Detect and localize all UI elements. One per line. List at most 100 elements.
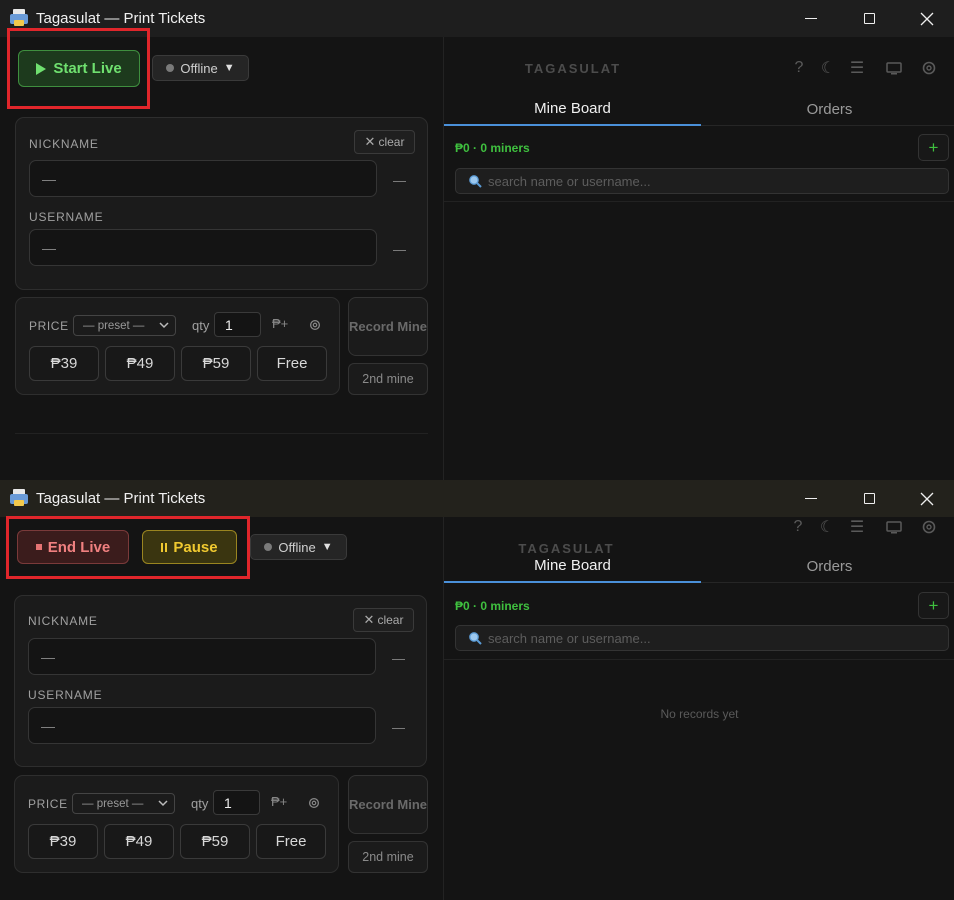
price-59-button[interactable]: ₱59 xyxy=(181,346,251,381)
stop-icon xyxy=(35,544,42,550)
minimize-button[interactable] xyxy=(782,0,840,37)
username-side-dash: — xyxy=(393,242,406,257)
custom-price-button[interactable]: ₱+ xyxy=(271,794,287,809)
qty-input[interactable]: 1 xyxy=(213,790,260,815)
identity-panel: NICKNAME ✕ clear — — USERNAME — — xyxy=(15,117,428,290)
second-mine-button[interactable]: 2nd mine xyxy=(348,841,428,873)
window-title: Tagasulat — Print Tickets xyxy=(36,10,206,27)
main-content: End Live Pause Offline ▼ NICKNAME ✕ clea… xyxy=(0,516,954,900)
board-tabs: Mine Board Orders xyxy=(444,549,954,583)
custom-price-button[interactable]: ₱+ xyxy=(272,316,288,331)
price-label: PRICE xyxy=(28,797,68,811)
maximize-icon xyxy=(863,493,875,504)
miners-summary: ₱0 · 0 miners xyxy=(455,599,530,613)
tab-mine-board[interactable]: Mine Board xyxy=(444,549,701,583)
status-dot-icon xyxy=(264,543,273,551)
gear-icon[interactable] xyxy=(920,59,938,77)
price-49-button[interactable]: ₱49 xyxy=(104,824,174,859)
qty-label: qty xyxy=(192,318,210,333)
price-39-button[interactable]: ₱39 xyxy=(28,824,98,859)
add-miner-button[interactable]: + xyxy=(918,134,949,161)
price-49-button[interactable]: ₱49 xyxy=(105,346,175,381)
username-label: USERNAME xyxy=(28,688,103,702)
price-settings-gear-icon[interactable] xyxy=(308,318,322,332)
title-bar[interactable]: Tagasulat — Print Tickets xyxy=(0,480,954,517)
tab-orders[interactable]: Orders xyxy=(701,549,954,583)
username-field[interactable]: — xyxy=(28,707,376,744)
nickname-field[interactable]: — xyxy=(28,638,376,675)
end-live-label: End Live xyxy=(47,538,111,556)
board-tabs: Mine Board Orders xyxy=(444,92,954,126)
price-panel: PRICE — preset — qty 1 ₱+ ₱39 ₱49 ₱59 Fr… xyxy=(15,297,340,395)
search-placeholder: search name or username... xyxy=(488,173,651,189)
nickname-field[interactable]: — xyxy=(29,160,377,197)
close-button[interactable] xyxy=(898,0,954,37)
qty-input[interactable]: 1 xyxy=(214,312,261,337)
status-label: Offline xyxy=(278,539,316,555)
monitor-icon[interactable] xyxy=(885,59,903,77)
minimize-button[interactable] xyxy=(782,480,840,517)
close-button[interactable] xyxy=(898,480,954,517)
right-pane: TAGASULAT ? ☾ ☰ Mine Board Orders ₱0 · 0… xyxy=(443,37,954,480)
clear-button[interactable]: ✕ clear xyxy=(354,130,415,154)
menu-icon[interactable]: ☰ xyxy=(848,518,866,536)
search-placeholder: search name or username... xyxy=(488,630,651,646)
preset-value: — preset — xyxy=(83,319,145,332)
status-label: Offline xyxy=(180,60,218,76)
close-icon xyxy=(920,12,934,25)
close-icon xyxy=(920,492,934,505)
pause-button[interactable]: Pause xyxy=(142,530,237,564)
record-mine-button[interactable]: Record Mine xyxy=(348,297,428,356)
preset-select[interactable]: — preset — xyxy=(73,315,176,336)
price-label: PRICE xyxy=(29,319,69,333)
search-input[interactable]: search name or username... xyxy=(455,625,949,651)
monitor-icon[interactable] xyxy=(885,518,903,536)
gear-icon[interactable] xyxy=(920,518,938,536)
price-39-button[interactable]: ₱39 xyxy=(29,346,99,381)
minimize-icon xyxy=(805,18,817,19)
printer-app-icon xyxy=(10,9,28,26)
price-59-button[interactable]: ₱59 xyxy=(180,824,250,859)
status-dropdown[interactable]: Offline ▼ xyxy=(152,55,249,81)
add-miner-button[interactable]: + xyxy=(918,592,949,619)
username-field[interactable]: — xyxy=(29,229,377,266)
menu-icon[interactable]: ☰ xyxy=(848,59,866,77)
maximize-button[interactable] xyxy=(840,480,898,517)
list-divider xyxy=(444,201,954,202)
record-mine-button[interactable]: Record Mine xyxy=(348,775,428,834)
chevron-down-icon xyxy=(159,322,169,329)
left-pane: Start Live Offline ▼ NICKNAME ✕ clear — … xyxy=(0,28,443,480)
preset-select[interactable]: — preset — xyxy=(72,793,175,814)
price-settings-gear-icon[interactable] xyxy=(307,796,321,810)
start-live-button[interactable]: Start Live xyxy=(18,50,140,87)
second-mine-button[interactable]: 2nd mine xyxy=(348,363,428,395)
close-icon: ✕ xyxy=(364,134,376,149)
section-divider xyxy=(15,433,428,434)
search-input[interactable]: search name or username... xyxy=(455,168,949,194)
username-side-dash: — xyxy=(392,720,405,735)
pause-icon xyxy=(161,542,168,552)
moon-icon[interactable]: ☾ xyxy=(819,59,837,77)
moon-icon[interactable]: ☾ xyxy=(818,518,836,536)
nickname-side-dash: — xyxy=(392,651,405,666)
status-dropdown[interactable]: Offline ▼ xyxy=(250,534,347,560)
clear-label: clear xyxy=(377,613,404,627)
title-bar[interactable]: Tagasulat — Print Tickets xyxy=(0,0,954,37)
search-icon xyxy=(469,632,482,645)
help-icon[interactable]: ? xyxy=(790,59,808,77)
maximize-button[interactable] xyxy=(840,0,898,37)
tab-mine-board[interactable]: Mine Board xyxy=(444,92,701,126)
preset-value: — preset — xyxy=(82,797,144,810)
status-dot-icon xyxy=(166,64,175,72)
clear-button[interactable]: ✕ clear xyxy=(353,608,414,632)
minimize-icon xyxy=(805,498,817,499)
username-label: USERNAME xyxy=(29,210,104,224)
help-icon[interactable]: ? xyxy=(789,518,807,536)
price-free-button[interactable]: Free xyxy=(257,346,327,381)
play-icon xyxy=(36,62,47,75)
pause-label: Pause xyxy=(173,538,218,556)
tab-orders[interactable]: Orders xyxy=(701,92,954,126)
end-live-button[interactable]: End Live xyxy=(17,530,129,564)
close-icon: ✕ xyxy=(363,612,375,627)
price-free-button[interactable]: Free xyxy=(256,824,326,859)
